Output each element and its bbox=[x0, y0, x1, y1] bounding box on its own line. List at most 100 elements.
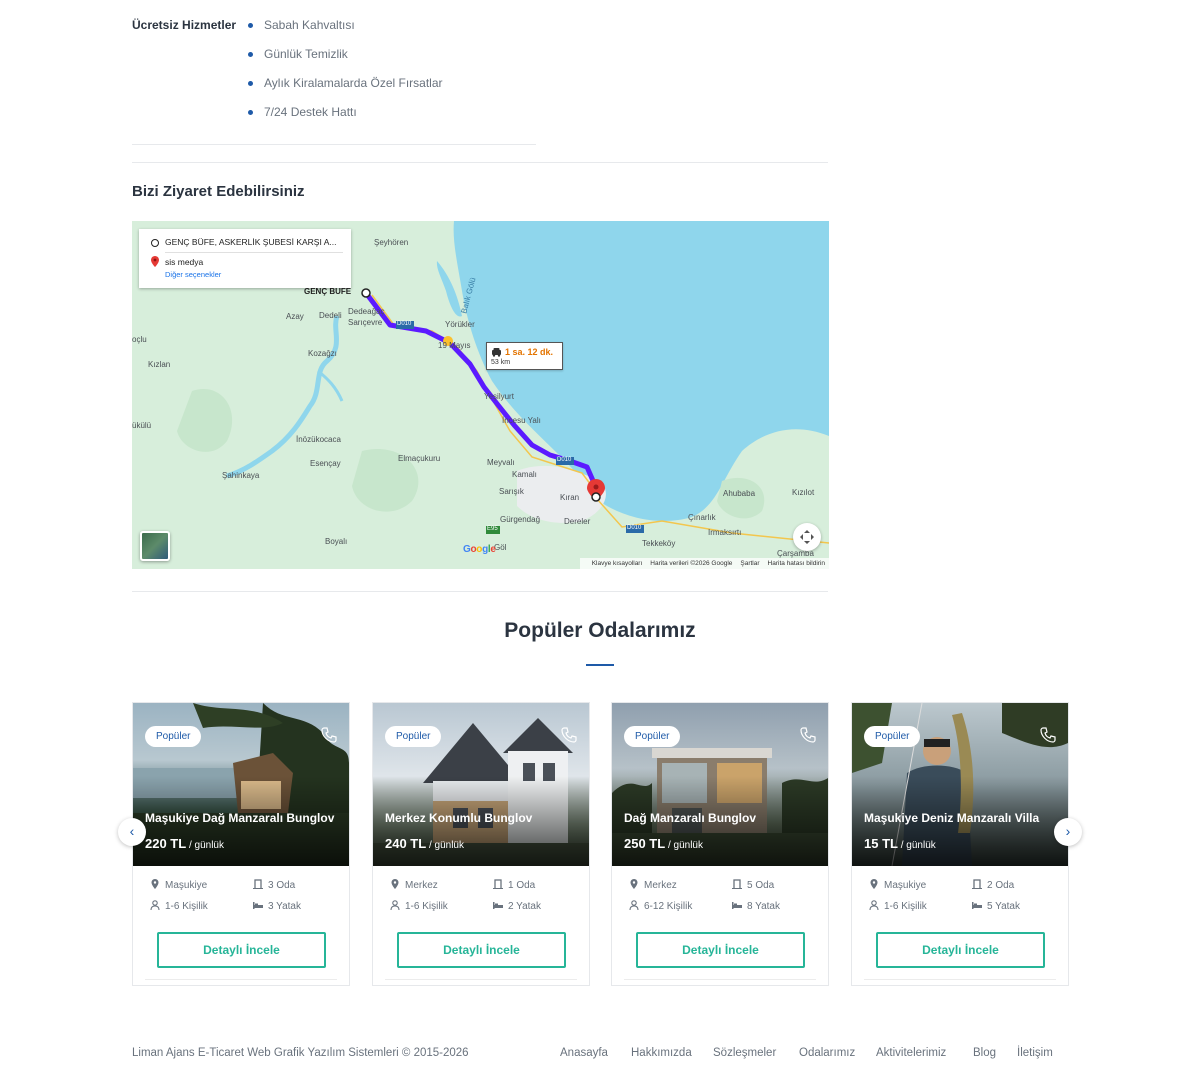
room-title[interactable]: Dağ Manzaralı Bunglov bbox=[624, 811, 756, 825]
bed-icon bbox=[253, 902, 263, 909]
user-icon bbox=[869, 900, 879, 910]
room-count-text: 3 Oda bbox=[268, 880, 296, 891]
divider bbox=[132, 162, 828, 163]
room-price: 250 TL / günlük bbox=[624, 836, 703, 851]
room-capacity: 1-6 Kişilik bbox=[390, 900, 448, 914]
map-label: GENÇ BÜFE bbox=[304, 287, 352, 296]
map-label: Yeşilyurt bbox=[484, 392, 514, 401]
room-count-text: 1 Oda bbox=[508, 880, 536, 891]
directions-panel[interactable]: GENÇ BÜFE, ASKERLİK ŞUBESİ KARŞI A... si… bbox=[139, 229, 351, 288]
location-pin-icon bbox=[870, 879, 878, 889]
phone-icon[interactable] bbox=[561, 727, 577, 743]
details-button[interactable]: Detaylı İncele bbox=[876, 932, 1045, 968]
list-item: Günlük Temizlik bbox=[248, 45, 443, 74]
room-image[interactable]: Popüler Maşukiye Deniz Manzaralı Villa 1… bbox=[852, 703, 1068, 866]
room-price: 220 TL / günlük bbox=[145, 836, 224, 851]
title-underline bbox=[586, 664, 614, 666]
footer-link-activities[interactable]: Aktivitelerimiz bbox=[876, 1047, 946, 1059]
map-label: İnözükocaca bbox=[296, 435, 341, 444]
room-location: Maşukiye bbox=[869, 879, 926, 893]
map-label: Şahinkaya bbox=[222, 471, 260, 480]
footer-link-rooms[interactable]: Odalarımız bbox=[799, 1047, 855, 1059]
bed-icon bbox=[493, 902, 503, 909]
report-error-link[interactable]: Harita hatası bildirin bbox=[768, 560, 825, 567]
map-label: Kozağzı bbox=[308, 349, 337, 358]
origin-text[interactable]: GENÇ BÜFE, ASKERLİK ŞUBESİ KARŞI A... bbox=[165, 237, 343, 247]
free-services: Ücretsiz Hizmetler Sabah Kahvaltısı Günl… bbox=[132, 16, 536, 145]
beds-text: 2 Yatak bbox=[508, 901, 541, 912]
location-text: Maşukiye bbox=[165, 880, 208, 891]
room-image[interactable]: Popüler Dağ Manzaralı Bunglov 250 TL / g… bbox=[612, 703, 828, 866]
capacity-text: 1-6 Kişilik bbox=[405, 901, 448, 912]
room-carousel: Popüler Maşukiye Dağ Manzaralı Bunglov 2… bbox=[132, 702, 1069, 986]
beds-text: 5 Yatak bbox=[987, 901, 1020, 912]
carousel-next-button[interactable]: › bbox=[1054, 818, 1082, 846]
door-icon bbox=[732, 879, 742, 889]
map-label: Tekkeköy bbox=[642, 539, 676, 548]
map-label: Gürgendağ bbox=[500, 515, 541, 524]
map-label: oçlu bbox=[132, 335, 147, 344]
price-value: 220 TL bbox=[145, 836, 187, 851]
footer-link-contact[interactable]: İletişim bbox=[1017, 1047, 1053, 1059]
route-info[interactable]: 1 sa. 12 dk. 53 km bbox=[486, 342, 563, 370]
location-pin-icon bbox=[391, 879, 399, 889]
footer-link-blog[interactable]: Blog bbox=[973, 1047, 996, 1059]
room-beds: 3 Yatak bbox=[253, 900, 301, 914]
price-unit: / günlük bbox=[426, 840, 464, 851]
details-button[interactable]: Detaylı İncele bbox=[636, 932, 805, 968]
divider bbox=[145, 979, 337, 980]
room-title[interactable]: Maşukiye Dağ Manzaralı Bunglov bbox=[145, 811, 334, 825]
location-pin-icon bbox=[630, 879, 638, 889]
beds-text: 8 Yatak bbox=[747, 901, 780, 912]
list-item: 7/24 Destek Hattı bbox=[248, 103, 443, 132]
bed-icon bbox=[972, 902, 982, 909]
price-value: 250 TL bbox=[624, 836, 666, 851]
footer-link-about[interactable]: Hakkımızda bbox=[631, 1047, 692, 1059]
capacity-text: 6-12 Kişilik bbox=[644, 901, 693, 912]
phone-icon[interactable] bbox=[800, 727, 816, 743]
google-map[interactable]: Şeyhören GENÇ BÜFE Azay Dedeli Dedeağaç … bbox=[132, 221, 829, 569]
map-label: Kızlan bbox=[148, 360, 171, 369]
price-unit: / günlük bbox=[897, 840, 936, 851]
room-capacity: 1-6 Kişilik bbox=[150, 900, 208, 914]
room-count: 3 Oda bbox=[253, 879, 295, 893]
room-title[interactable]: Maşukiye Deniz Manzaralı Villa bbox=[864, 811, 1039, 825]
room-image[interactable]: Popüler Maşukiye Dağ Manzaralı Bunglov 2… bbox=[133, 703, 349, 866]
move-icon bbox=[800, 530, 814, 544]
popular-badge: Popüler bbox=[385, 726, 442, 747]
room-card: Popüler Dağ Manzaralı Bunglov 250 TL / g… bbox=[611, 702, 829, 986]
more-options-link[interactable]: Diğer seçenekler bbox=[165, 270, 221, 279]
destination-text[interactable]: sis medya bbox=[165, 257, 203, 267]
room-location: Merkez bbox=[629, 879, 677, 893]
user-icon bbox=[629, 900, 639, 910]
chevron-left-icon: ‹ bbox=[129, 823, 135, 839]
divider bbox=[132, 591, 828, 592]
popular-badge: Popüler bbox=[624, 726, 681, 747]
map-data-text: Harita verileri ©2026 Google bbox=[650, 560, 733, 567]
footer-link-contracts[interactable]: Sözleşmeler bbox=[713, 1047, 776, 1059]
footer-link-home[interactable]: Anasayfa bbox=[560, 1047, 608, 1059]
door-icon bbox=[972, 879, 982, 889]
map-layer-button[interactable] bbox=[140, 531, 170, 561]
details-button[interactable]: Detaylı İncele bbox=[157, 932, 326, 968]
price-unit: / günlük bbox=[186, 840, 224, 851]
room-beds: 2 Yatak bbox=[493, 900, 541, 914]
details-button[interactable]: Detaylı İncele bbox=[397, 932, 566, 968]
location-text: Merkez bbox=[405, 880, 438, 891]
phone-icon[interactable] bbox=[1040, 727, 1056, 743]
map-label: Çınarlık bbox=[688, 513, 716, 522]
phone-icon[interactable] bbox=[321, 727, 337, 743]
capacity-text: 1-6 Kişilik bbox=[884, 901, 927, 912]
fullscreen-button[interactable] bbox=[793, 523, 821, 551]
room-card: Popüler Maşukiye Deniz Manzaralı Villa 1… bbox=[851, 702, 1069, 986]
carousel-prev-button[interactable]: ‹ bbox=[118, 818, 146, 846]
list-item: Aylık Kiralamalarda Özel Fırsatlar bbox=[248, 74, 443, 103]
room-title[interactable]: Merkez Konumlu Bunglov bbox=[385, 811, 532, 825]
beds-text: 3 Yatak bbox=[268, 901, 301, 912]
location-pin-icon bbox=[151, 879, 159, 889]
room-image[interactable]: Popüler Merkez Konumlu Bunglov 240 TL / … bbox=[373, 703, 589, 866]
terms-link[interactable]: Şartlar bbox=[740, 560, 759, 567]
keyboard-shortcuts-link[interactable]: Klavye kısayolları bbox=[592, 560, 643, 567]
user-icon bbox=[150, 900, 160, 910]
room-price: 240 TL / günlük bbox=[385, 836, 464, 851]
